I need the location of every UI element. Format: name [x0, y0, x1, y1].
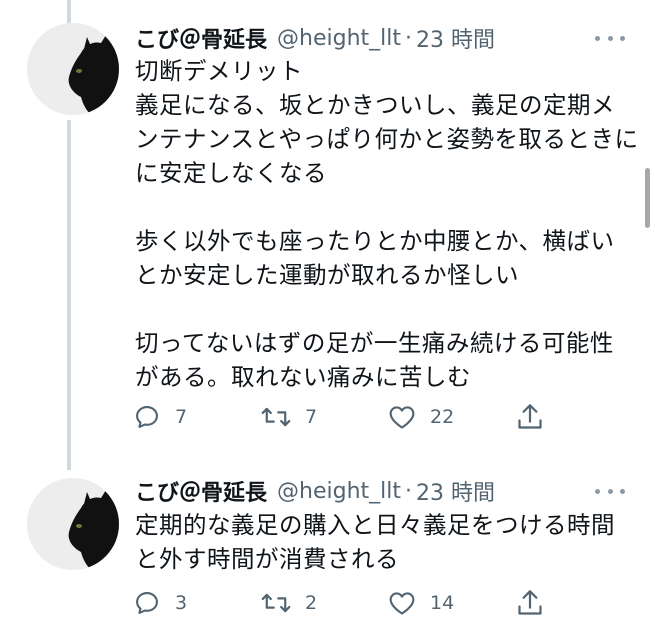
more-dot — [595, 35, 600, 41]
reply-button[interactable]: 7 — [133, 402, 187, 432]
share-button[interactable] — [517, 588, 543, 618]
share-icon — [518, 590, 542, 615]
tweet-line: ンテナンスとやっぱり何かと姿勢を取るときに — [135, 125, 639, 153]
retweet-button[interactable]: 2 — [261, 588, 317, 618]
tweet-1[interactable]: こび＠骨延長 @height_llt · 23 時間 切断デメリット 義足になる… — [0, 0, 655, 470]
tweet-line: に安定しなくなる — [135, 159, 327, 187]
separator-dot: · — [405, 478, 412, 504]
tweet-header: こび＠骨延長 @height_llt · 23 時間 — [135, 475, 495, 507]
like-button[interactable]: 14 — [388, 588, 454, 618]
more-dot — [595, 488, 600, 494]
retweet-count: 7 — [305, 406, 318, 428]
timestamp[interactable]: 23 時間 — [416, 22, 495, 54]
tweet-text: 切断デメリット 義足になる、坂とかきついし、義足の定期メ ンテナンスとやっぱり何… — [135, 54, 639, 394]
author-handle[interactable]: @height_llt — [277, 479, 401, 504]
like-icon — [389, 592, 415, 615]
tweet-line: 歩く以外でも座ったりとか中腰とか、横ばい — [135, 227, 615, 255]
share-button[interactable] — [517, 402, 543, 432]
more-dot — [607, 35, 613, 41]
retweet-button[interactable]: 7 — [261, 402, 317, 432]
author-handle[interactable]: @height_llt — [277, 26, 401, 51]
like-button[interactable]: 22 — [388, 402, 454, 432]
tweet-2[interactable]: こび＠骨延長 @height_llt · 23 時間 定期的な義足の購入と日々義… — [0, 470, 655, 644]
tweet-header: こび＠骨延長 @height_llt · 23 時間 — [135, 22, 495, 54]
like-count: 14 — [430, 592, 455, 614]
share-icon — [518, 404, 542, 429]
author-name[interactable]: こび＠骨延長 — [135, 22, 267, 54]
retweet-count: 2 — [305, 592, 318, 614]
reply-icon — [136, 592, 158, 614]
like-icon — [389, 406, 415, 429]
tweet-line: がある。取れない痛みに苦しむ — [135, 363, 471, 391]
tweet-text: 定期的な義足の購入と日々義足をつける時間 と外す時間が消費される — [135, 508, 635, 576]
black-cat-avatar-icon — [27, 478, 119, 570]
reply-count: 3 — [175, 592, 188, 614]
reply-count: 7 — [175, 406, 188, 428]
tweet-line: 義足になる、坂とかきついし、義足の定期メ — [135, 91, 615, 119]
more-icon[interactable] — [595, 28, 625, 48]
tweet-line: 切ってないはずの足が一生痛み続ける可能性 — [135, 329, 614, 357]
retweet-icon — [261, 593, 291, 613]
timestamp[interactable]: 23 時間 — [416, 475, 495, 507]
reply-icon — [136, 406, 158, 428]
tweet-line: とか安定した運動が取れるか怪しい — [135, 261, 519, 289]
scrollbar-thumb[interactable] — [645, 168, 650, 228]
more-dot — [620, 488, 625, 494]
black-cat-avatar-icon — [27, 23, 119, 115]
more-dot — [620, 35, 625, 41]
tweet-line: 切断デメリット — [135, 57, 303, 85]
avatar[interactable] — [27, 478, 119, 570]
more-dot — [607, 488, 613, 494]
tweet-line: と外す時間が消費される — [135, 545, 399, 573]
reply-button[interactable]: 3 — [133, 588, 187, 618]
avatar[interactable] — [27, 23, 119, 115]
separator-dot: · — [405, 25, 412, 51]
retweet-icon — [261, 407, 291, 427]
like-count: 22 — [430, 406, 455, 428]
tweet-line: 定期的な義足の購入と日々義足をつける時間 — [135, 511, 615, 539]
author-name[interactable]: こび＠骨延長 — [135, 475, 267, 507]
more-icon[interactable] — [595, 481, 625, 501]
